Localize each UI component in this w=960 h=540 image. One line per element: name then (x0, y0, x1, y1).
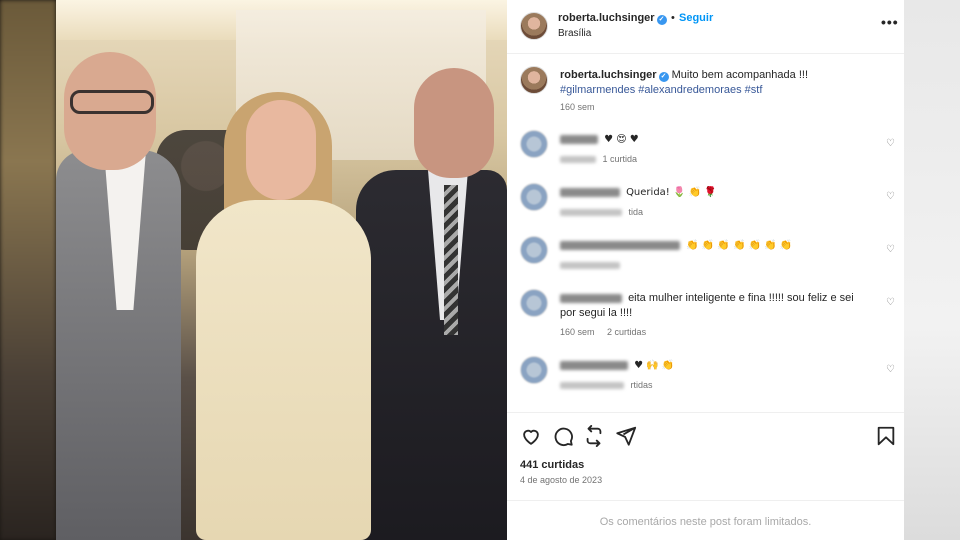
blurred-meta (560, 209, 622, 217)
comment-item: eita mulher inteligente e fina !!!!! sou… (507, 289, 904, 347)
blurred-username (560, 240, 680, 250)
blurred-username (560, 293, 622, 303)
comment-like-heart-icon[interactable]: ♡ (886, 297, 895, 308)
comment-text-block: ♥ 🙌 👏 (560, 358, 860, 373)
author-username[interactable]: roberta.luchsinger ✓ (558, 12, 667, 25)
verified-badge-icon: ✓ (658, 72, 669, 82)
caption-avatar[interactable] (520, 66, 548, 94)
caption-text: Muito bem acompanhada !!! (671, 69, 808, 81)
comment-text-block: 👏 👏 👏 👏 👏 👏 👏 (560, 238, 860, 253)
post-header: roberta.luchsinger ✓ • Seguir Brasília ••… (507, 0, 904, 54)
bookmark-icon[interactable] (875, 425, 897, 447)
comment-meta: tida (560, 207, 643, 217)
comment-text-block: eita mulher inteligente e fina !!!!! sou… (560, 291, 860, 321)
blurred-background-right (904, 0, 960, 540)
comment-item: Querida! 🌷 👏 🌹 tida ♡ (507, 183, 904, 231)
comment-likes[interactable]: rtidas (631, 380, 653, 390)
caption-hashtags[interactable]: #gilmarmendes #alexandredemoraes #stf (560, 84, 762, 96)
photo-person-center-dress (196, 200, 371, 540)
comment-item: ♥ 😍 ♥ 1 curtida ♡ (507, 130, 904, 178)
comment-time: 160 sem (560, 327, 595, 337)
comment-meta (560, 260, 624, 270)
comment-likes[interactable]: 2 curtidas (607, 327, 646, 337)
comment-meta: 1 curtida (560, 154, 637, 164)
comment-avatar[interactable] (520, 183, 548, 211)
photo-person-right-body (356, 170, 507, 540)
comment-avatar[interactable] (520, 289, 548, 317)
comment-item: ♥ 🙌 👏 rtidas ♡ (507, 356, 904, 404)
blurred-username (560, 360, 628, 370)
verified-badge-icon: ✓ (656, 15, 667, 25)
likes-count[interactable]: 441 curtidas (520, 459, 584, 471)
comment-icon[interactable] (552, 425, 574, 447)
comment-meta: rtidas (560, 380, 653, 390)
blurred-username (560, 187, 620, 197)
repost-icon[interactable] (583, 425, 605, 447)
photo-person-right-head (414, 68, 494, 178)
comment-like-heart-icon[interactable]: ♡ (886, 244, 895, 255)
comments-limited-notice: Os comentários neste post foram limitado… (507, 500, 904, 540)
header-separator: • (671, 12, 675, 24)
comment-like-heart-icon[interactable]: ♡ (886, 364, 895, 375)
photo-person-left-glasses (70, 90, 154, 114)
blurred-meta (560, 262, 620, 270)
comment-likes[interactable]: 1 curtida (603, 154, 638, 164)
author-avatar[interactable] (520, 12, 548, 40)
comment-meta: 160 sem 2 curtidas (560, 327, 646, 337)
comment-text: 👏 👏 👏 👏 👏 👏 👏 (686, 240, 793, 251)
post-date: 4 de agosto de 2023 (520, 475, 603, 485)
comment-text: ♥ 🙌 👏 (634, 360, 675, 371)
caption-time: 160 sem (560, 102, 595, 112)
comment-text-block: ♥ 😍 ♥ (560, 132, 860, 147)
comment-avatar[interactable] (520, 130, 548, 158)
blurred-username (560, 134, 598, 144)
blurred-meta (560, 382, 624, 390)
post-side-panel: roberta.luchsinger ✓ • Seguir Brasília ••… (507, 0, 904, 540)
blurred-meta (560, 156, 596, 164)
caption-text-block: roberta.luchsinger ✓ Muito bem acompanhad… (560, 68, 890, 98)
comment-text: Querida! 🌷 👏 🌹 (626, 187, 717, 198)
comment-like-heart-icon[interactable]: ♡ (886, 138, 895, 149)
heart-icon[interactable] (520, 425, 542, 447)
photo-person-right-tie (444, 185, 458, 335)
comment-avatar[interactable] (520, 236, 548, 264)
send-icon[interactable] (615, 425, 637, 447)
follow-button[interactable]: Seguir (679, 12, 713, 24)
comment-avatar[interactable] (520, 356, 548, 384)
caption-username-text[interactable]: roberta.luchsinger (560, 69, 657, 81)
comment-text: ♥ 😍 ♥ (604, 134, 639, 145)
post-actions: 441 curtidas 4 de agosto de 2023 (507, 412, 904, 500)
photo-person-center-face (246, 100, 316, 200)
comment-likes[interactable]: tida (629, 207, 644, 217)
post-photo (56, 0, 507, 540)
caption-username[interactable]: roberta.luchsinger ✓ (560, 69, 669, 82)
blurred-background-left (0, 0, 56, 540)
comment-item: 👏 👏 👏 👏 👏 👏 👏 ♡ (507, 236, 904, 284)
post-location[interactable]: Brasília (558, 28, 591, 39)
comment-text-block: Querida! 🌷 👏 🌹 (560, 185, 860, 200)
comment-like-heart-icon[interactable]: ♡ (886, 191, 895, 202)
author-username-text[interactable]: roberta.luchsinger (558, 12, 655, 24)
more-options-icon[interactable]: ••• (881, 14, 899, 30)
